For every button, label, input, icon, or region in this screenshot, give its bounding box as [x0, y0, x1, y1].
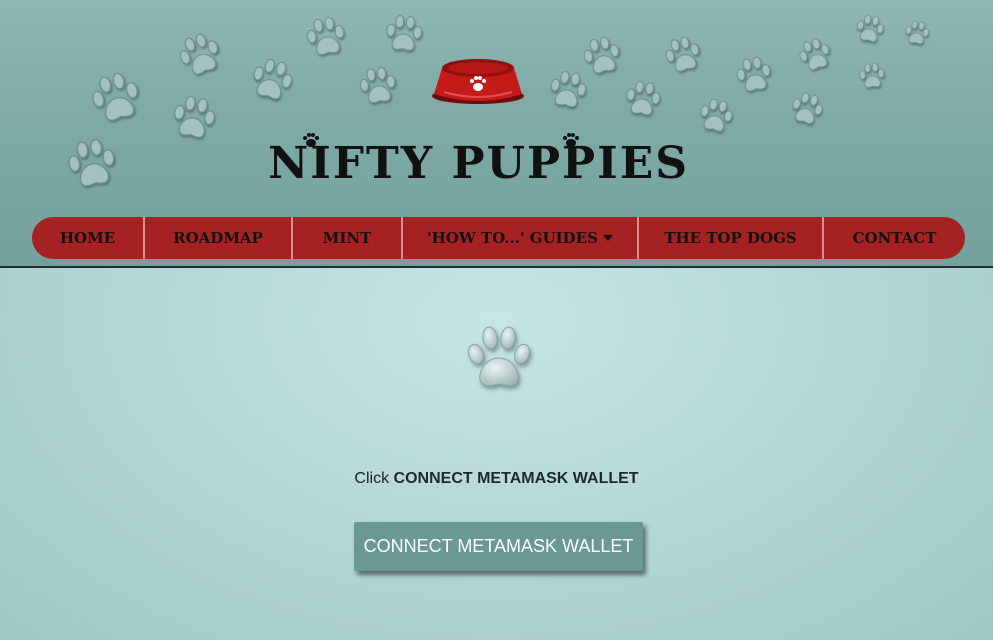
paw-print-icon: [622, 78, 665, 121]
site-header: NIFTY PUPPIES HOME ROADMAP MINT 'HOW TO.…: [0, 0, 993, 268]
paw-print-icon: [62, 134, 122, 194]
nav-item-roadmap[interactable]: ROADMAP: [145, 217, 293, 259]
paw-print-icon: [794, 34, 837, 77]
paw-print-icon: [578, 32, 625, 79]
paw-print-icon: [786, 88, 828, 130]
paw-print-icon: [857, 61, 887, 91]
paw-print-icon: [167, 91, 220, 144]
nav-item-contact[interactable]: CONTACT: [824, 217, 965, 259]
connect-metamask-wallet-button[interactable]: CONNECT METAMASK WALLET: [354, 522, 643, 571]
paw-print-icon: [545, 67, 591, 113]
main-nav: HOME ROADMAP MINT 'HOW TO...' GUIDES THE…: [32, 217, 965, 259]
connect-instruction: Click CONNECT METAMASK WALLET: [354, 470, 639, 487]
site-logo[interactable]: NIFTY PUPPIES: [268, 133, 687, 192]
nav-item-mint[interactable]: MINT: [293, 217, 403, 259]
paw-print-icon: [732, 53, 776, 97]
paw-print-icon: [660, 32, 707, 79]
caret-down-icon: [602, 235, 613, 241]
nav-item-how-to-guides[interactable]: 'HOW TO...' GUIDES: [403, 217, 639, 259]
paw-print-icon: [466, 324, 532, 397]
paw-print-icon: [355, 63, 400, 108]
nav-item-home[interactable]: HOME: [32, 217, 145, 259]
dog-bowl-icon: [430, 56, 526, 111]
logo-text: NIFTY PUPPIES: [268, 138, 690, 189]
paw-print-icon: [84, 66, 148, 130]
paw-print-icon: [245, 53, 299, 107]
paw-print-icon: [902, 18, 931, 47]
paw-print-icon: [695, 95, 738, 138]
paw-print-icon: [382, 12, 425, 55]
paw-print-icon: [302, 13, 351, 62]
paw-print-icon: [853, 12, 888, 47]
paw-print-icon: [172, 27, 228, 83]
nav-item-top-dogs[interactable]: THE TOP DOGS: [639, 217, 824, 259]
paw-print-icon: [562, 132, 580, 153]
paw-print-icon: [302, 132, 320, 153]
